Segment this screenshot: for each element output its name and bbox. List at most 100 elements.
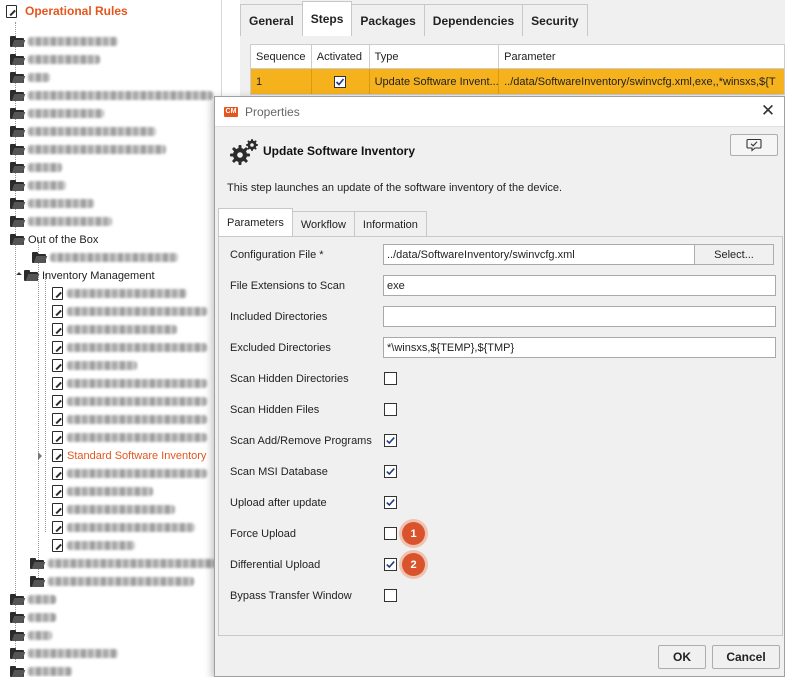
gears-icon	[230, 139, 258, 165]
checkbox[interactable]	[384, 527, 397, 540]
redacted-label	[28, 199, 94, 208]
tree-item[interactable]	[10, 87, 213, 104]
tree-item[interactable]	[52, 321, 177, 338]
cell-sequence: 1	[251, 69, 312, 94]
folder-icon	[10, 198, 26, 209]
folder-icon	[10, 594, 26, 605]
tree-item[interactable]	[10, 177, 66, 194]
tree-item[interactable]	[52, 303, 207, 320]
cell-type: Update Software Invent...	[370, 69, 500, 94]
tree-item[interactable]	[10, 591, 56, 608]
tree-item[interactable]	[52, 411, 207, 428]
tree-item[interactable]	[10, 663, 72, 677]
tree-item[interactable]	[52, 285, 187, 302]
folder-icon	[10, 234, 26, 245]
activated-checkbox[interactable]	[334, 75, 347, 88]
table-row[interactable]: 1 Update Software Invent... ../data/Soft…	[251, 69, 784, 94]
dialog-titlebar[interactable]: CM Properties ✕	[215, 97, 784, 127]
check-icon	[386, 468, 395, 476]
checkbox-label: Bypass Transfer Window	[230, 590, 352, 602]
tab-dependencies[interactable]: Dependencies	[423, 4, 524, 36]
tab-workflow[interactable]: Workflow	[291, 211, 355, 237]
tree-item[interactable]	[52, 501, 175, 518]
tree-item[interactable]: Inventory Management	[16, 267, 155, 284]
tree-item[interactable]: Standard Software Inventory	[38, 447, 207, 464]
tab-packages[interactable]: Packages	[351, 4, 425, 36]
excluded-dirs-field[interactable]: *\winsxs,${TEMP},${TMP}	[383, 337, 776, 358]
folder-icon	[24, 270, 40, 281]
col-type[interactable]: Type	[369, 45, 500, 69]
grid-header: Sequence Activated Type Parameter	[251, 45, 784, 69]
tree-item[interactable]	[52, 537, 135, 554]
checkbox[interactable]	[384, 558, 397, 571]
checkbox[interactable]	[384, 372, 397, 385]
checkbox[interactable]	[384, 465, 397, 478]
col-sequence[interactable]: Sequence	[251, 45, 312, 69]
config-file-label: Configuration File *	[230, 249, 324, 261]
comment-button[interactable]	[730, 134, 778, 156]
included-dirs-field[interactable]	[383, 306, 776, 327]
tree-item[interactable]	[10, 33, 118, 50]
checkbox[interactable]	[384, 496, 397, 509]
checkbox-label: Upload after update	[230, 497, 327, 509]
tree-root[interactable]: Operational Rules	[0, 0, 221, 22]
tree-item-label: Standard Software Inventory	[67, 449, 207, 462]
tree-item[interactable]	[52, 519, 195, 536]
expand-arrow-icon[interactable]	[16, 272, 24, 280]
config-file-field[interactable]: ../data/SoftwareInventory/swinvcfg.xml	[383, 244, 695, 265]
file-extensions-label: File Extensions to Scan	[230, 280, 345, 292]
file-extensions-field[interactable]: exe	[383, 275, 776, 296]
tree-item[interactable]	[32, 249, 178, 266]
checkbox[interactable]	[384, 403, 397, 416]
ok-button[interactable]: OK	[658, 645, 706, 669]
tree-item[interactable]	[30, 555, 216, 572]
tree-item[interactable]	[10, 627, 52, 644]
tab-parameters[interactable]: Parameters	[218, 208, 293, 237]
tree-item[interactable]	[10, 105, 104, 122]
tree-item[interactable]	[30, 573, 194, 590]
checkbox[interactable]	[384, 434, 397, 447]
dialog-description: This step launches an update of the soft…	[227, 182, 563, 194]
tree-item[interactable]	[10, 609, 56, 626]
tree-item[interactable]	[10, 213, 112, 230]
checkbox-label: Scan MSI Database	[230, 466, 328, 478]
tree-item[interactable]	[52, 429, 207, 446]
tree-item[interactable]	[10, 141, 166, 158]
cancel-button[interactable]: Cancel	[712, 645, 780, 669]
redacted-label	[67, 325, 177, 334]
tree-item[interactable]	[10, 69, 50, 86]
collapse-arrow-icon[interactable]	[36, 451, 44, 460]
steps-grid: Sequence Activated Type Parameter 1 Upda…	[250, 44, 785, 95]
tree-item[interactable]	[52, 339, 207, 356]
tab-information[interactable]: Information	[353, 211, 427, 237]
select-button[interactable]: Select...	[694, 244, 774, 265]
folder-icon	[10, 108, 26, 119]
redacted-label	[67, 379, 207, 388]
col-parameter[interactable]: Parameter	[499, 45, 784, 69]
tree-item[interactable]	[52, 357, 137, 374]
tree-item[interactable]	[10, 645, 118, 662]
checkbox[interactable]	[384, 589, 397, 602]
tree-item[interactable]	[52, 465, 207, 482]
tree-item[interactable]	[10, 51, 100, 68]
app-logo: CM	[224, 106, 238, 117]
tree-item[interactable]: Out of the Box	[10, 231, 98, 248]
folder-icon	[10, 162, 26, 173]
tree-item[interactable]	[52, 483, 153, 500]
tree-item[interactable]	[52, 393, 207, 410]
tree-item[interactable]	[10, 195, 94, 212]
redacted-label	[67, 361, 137, 370]
parameters-panel: Configuration File * ../data/SoftwareInv…	[218, 236, 783, 636]
tab-general[interactable]: General	[240, 4, 303, 36]
tab-security[interactable]: Security	[522, 4, 588, 36]
tree-item[interactable]	[10, 123, 156, 140]
tree-item[interactable]	[52, 375, 207, 392]
redacted-label	[28, 595, 56, 604]
tree-item[interactable]	[10, 159, 62, 176]
folder-icon	[30, 558, 46, 569]
col-activated[interactable]: Activated	[311, 45, 370, 69]
close-icon[interactable]: ✕	[760, 102, 776, 119]
dialog-tabs: Parameters Workflow Information	[218, 207, 427, 237]
tab-steps[interactable]: Steps	[301, 1, 353, 36]
cell-activated[interactable]	[312, 69, 370, 94]
